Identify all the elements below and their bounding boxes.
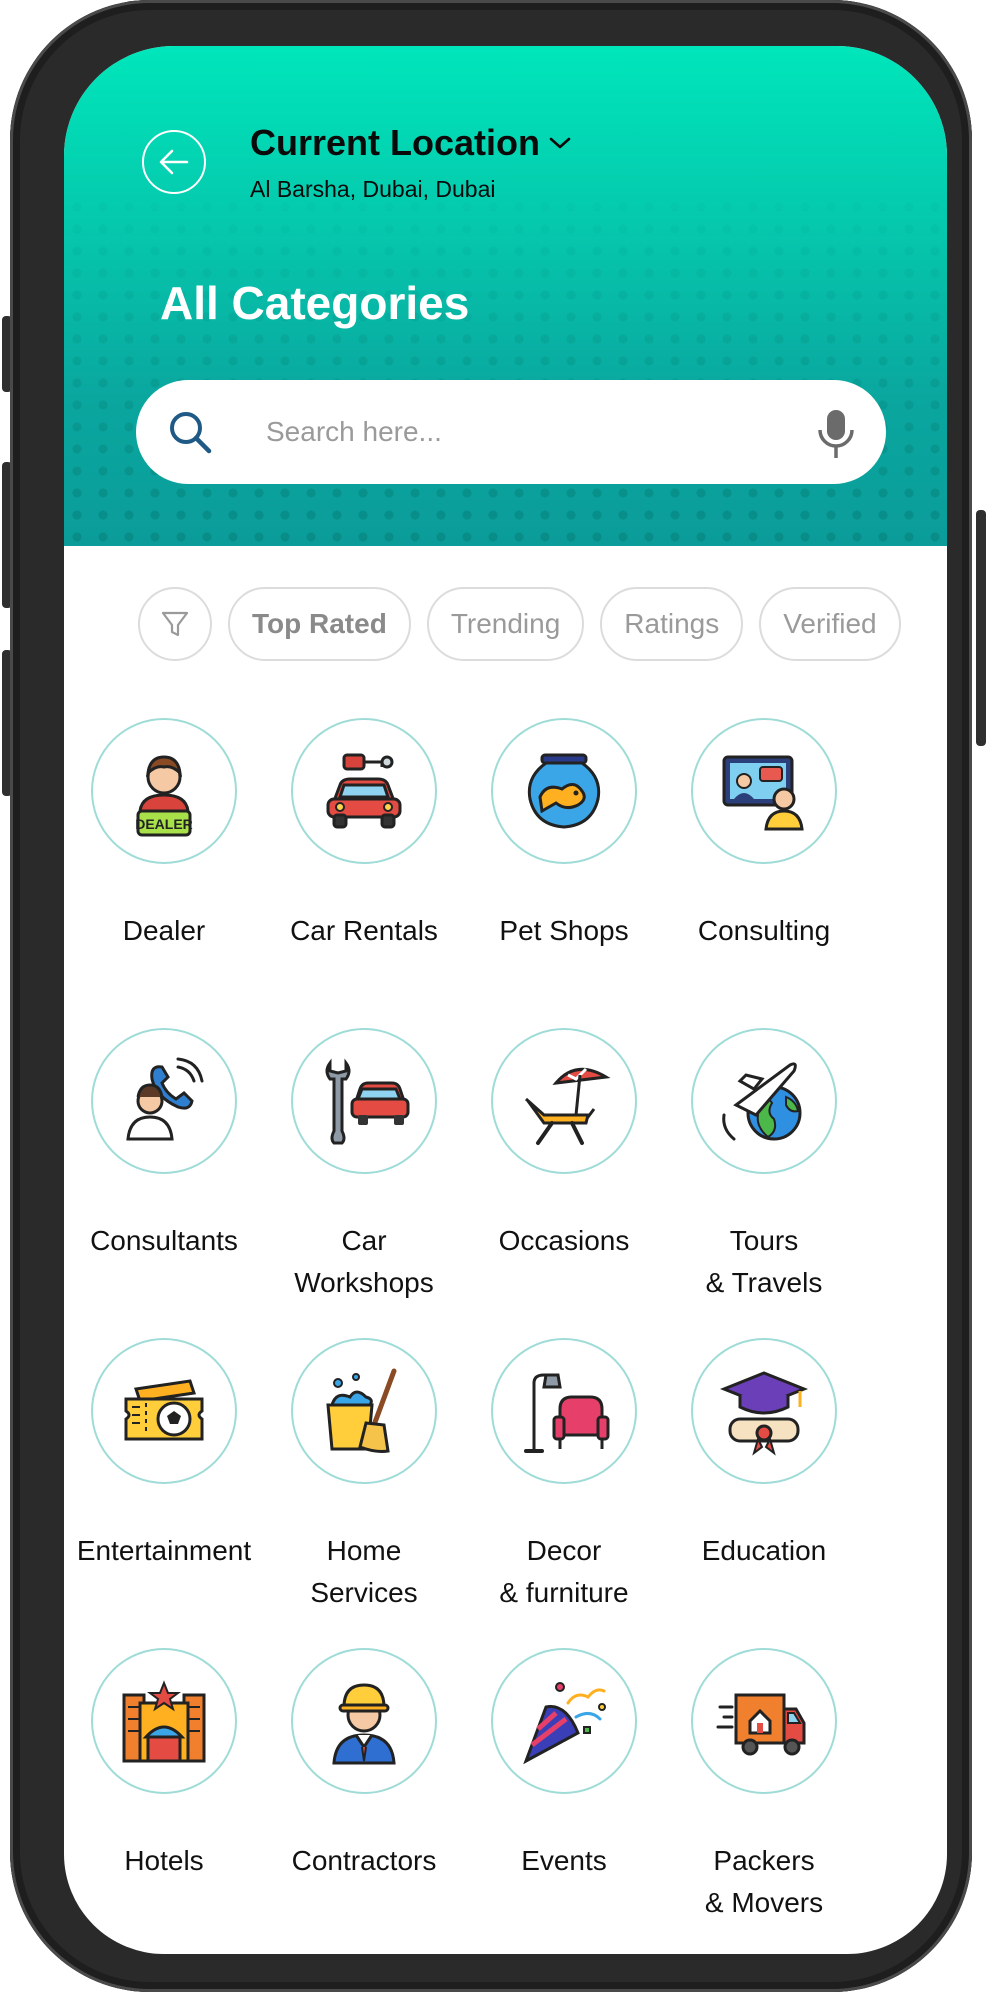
category-label: Contractors [291, 1845, 437, 1876]
filter-bar: Top Rated Trending Ratings Verified [138, 584, 947, 664]
party-popper-icon [523, 1682, 606, 1765]
category-occasions[interactable]: Occasions [464, 1028, 664, 1262]
car-workshop-icon [325, 1058, 410, 1145]
category-dealer[interactable]: DEALER Dealer [64, 718, 264, 952]
armchair-lamp-icon [524, 1373, 610, 1453]
category-circle [691, 1338, 837, 1484]
category-circle [91, 1648, 237, 1794]
category-circle [491, 718, 637, 864]
dealer-icon: DEALER [135, 755, 193, 837]
category-consultants[interactable]: Consultants [64, 1028, 264, 1262]
graduation-cap-icon [719, 1371, 809, 1456]
category-consulting[interactable]: Consulting [664, 718, 864, 952]
category-hotels[interactable]: Hotels [64, 1648, 264, 1882]
category-home-services[interactable]: Home Services [264, 1338, 464, 1614]
svg-text:DEALER: DEALER [135, 816, 193, 832]
hotel-icon [122, 1680, 206, 1763]
category-label: Consulting [697, 915, 831, 946]
category-label: Entertainment [76, 1535, 252, 1566]
category-circle [291, 1648, 437, 1794]
location-title: Current Location [250, 122, 541, 163]
category-tours-travels[interactable]: Tours & Travels [664, 1028, 864, 1304]
category-circle [691, 718, 837, 864]
location-selector[interactable]: Current Location [250, 122, 572, 164]
category-circle [291, 1028, 437, 1174]
category-circle [691, 1028, 837, 1174]
category-label: Pet Shops [499, 915, 629, 946]
category-label: Car Rentals [290, 915, 438, 946]
category-label: Tours & Travels [705, 1225, 823, 1298]
globe-plane-icon [722, 1062, 802, 1141]
category-circle [491, 1338, 637, 1484]
category-label: Education [701, 1535, 827, 1566]
filter-button[interactable] [138, 587, 212, 661]
category-label: Home Services [310, 1535, 418, 1608]
category-label: Occasions [498, 1225, 630, 1256]
ticket-icon [124, 1379, 204, 1441]
category-circle [491, 1028, 637, 1174]
category-circle [91, 1338, 237, 1484]
category-decor-furniture[interactable]: Decor & furniture [464, 1338, 664, 1614]
category-car-rentals[interactable]: Car Rentals [264, 718, 464, 952]
category-label: Decor & furniture [499, 1535, 629, 1608]
construction-worker-icon [332, 1683, 396, 1765]
search-input[interactable] [264, 415, 788, 449]
category-label: Car Workshops [294, 1225, 434, 1298]
category-education[interactable]: Education [664, 1338, 864, 1572]
consultant-phone-icon [126, 1057, 204, 1141]
category-label: Events [521, 1845, 607, 1876]
chip-verified[interactable]: Verified [759, 587, 901, 661]
category-label: Packers & Movers [704, 1845, 824, 1918]
cleaning-bucket-icon [326, 1368, 397, 1453]
search-icon [170, 412, 212, 454]
page-title: All Categories [160, 277, 470, 329]
category-events[interactable]: Events [464, 1648, 664, 1882]
moving-truck-icon [716, 1693, 806, 1756]
category-label: Hotels [124, 1845, 204, 1876]
category-car-workshops[interactable]: Car Workshops [264, 1028, 464, 1304]
category-circle [491, 1648, 637, 1794]
chip-trending[interactable]: Trending [426, 587, 585, 661]
fishbowl-icon [527, 753, 601, 829]
category-label: Dealer [122, 915, 206, 946]
category-circle [291, 718, 437, 864]
screen: Current Location Al Barsha, Dubai, Dubai… [64, 46, 947, 1954]
category-entertainment[interactable]: Entertainment [64, 1338, 264, 1572]
arrow-left-icon [159, 149, 189, 175]
category-packers-movers[interactable]: Packers & Movers [664, 1648, 864, 1924]
beach-chair-icon [524, 1067, 611, 1145]
location-subtitle: Al Barsha, Dubai, Dubai [250, 176, 496, 202]
chip-ratings[interactable]: Ratings [600, 587, 744, 661]
phone-side-button-right [976, 510, 986, 746]
consulting-icon [722, 755, 804, 831]
back-button[interactable] [142, 130, 206, 194]
chevron-down-icon [549, 137, 571, 149]
chip-top-rated[interactable]: Top Rated [228, 587, 411, 661]
funnel-icon [161, 611, 189, 637]
category-label: Consultants [90, 1225, 238, 1256]
category-pet-shops[interactable]: Pet Shops [464, 718, 664, 952]
category-contractors[interactable]: Contractors [264, 1648, 464, 1882]
microphone-icon[interactable] [816, 408, 856, 460]
category-circle [291, 1338, 437, 1484]
header: Current Location Al Barsha, Dubai, Dubai… [64, 46, 947, 546]
category-circle [91, 1028, 237, 1174]
category-circle: DEALER [91, 718, 237, 864]
search-bar[interactable] [136, 380, 886, 484]
header-dot-pattern [64, 196, 947, 546]
phone-frame: Current Location Al Barsha, Dubai, Dubai… [10, 0, 972, 1992]
category-circle [691, 1648, 837, 1794]
car-rental-icon [326, 753, 402, 829]
